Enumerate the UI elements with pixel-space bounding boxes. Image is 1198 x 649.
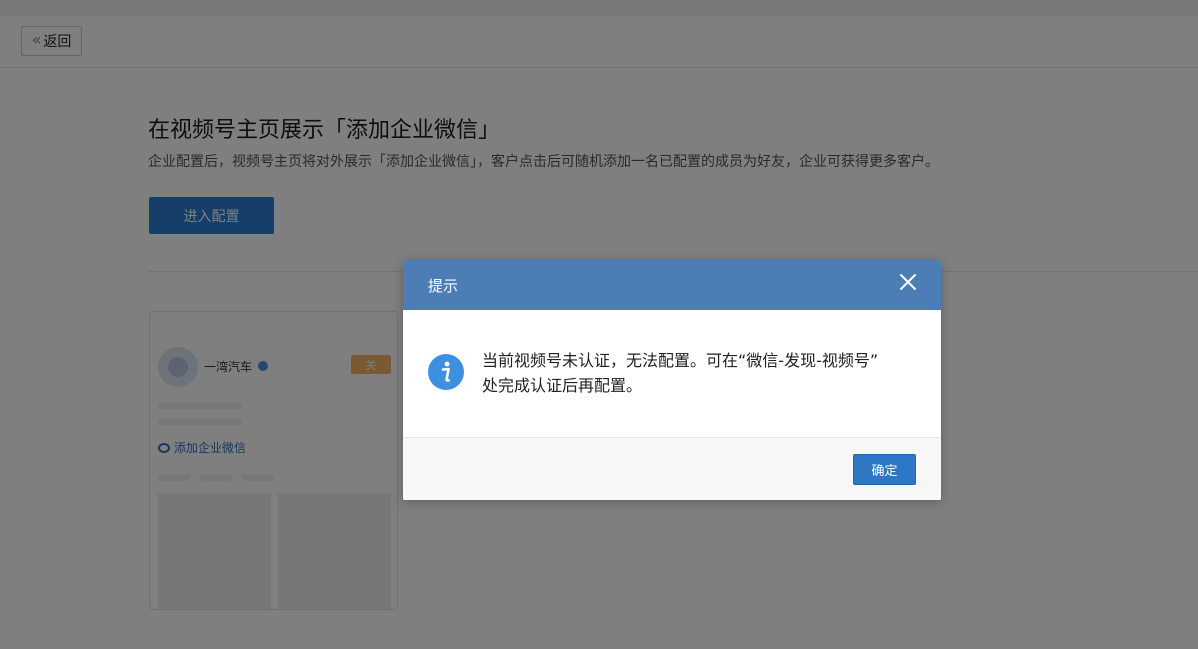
- dialog-message: 当前视频号未认证，无法配置。可在“微信-发现-视频号” 处完成认证后再配置。: [482, 348, 922, 398]
- dialog-message-line2: 处完成认证后再配置。: [482, 376, 643, 395]
- dialog-body: 当前视频号未认证，无法配置。可在“微信-发现-视频号” 处完成认证后再配置。: [403, 310, 941, 437]
- dialog-title: 提示: [428, 277, 459, 295]
- confirm-button[interactable]: 确定: [853, 454, 916, 485]
- dialog-footer: 确定: [403, 437, 941, 500]
- dialog-message-line1: 当前视频号未认证，无法配置。可在“微信-发现-视频号”: [482, 351, 879, 370]
- dialog-header: 提示: [403, 260, 941, 310]
- close-icon[interactable]: [899, 273, 917, 291]
- notice-dialog: 提示 当前视频号未认证，无法配置。可在“微信-发现-视频号” 处完成认证后再配置…: [403, 260, 941, 500]
- info-icon: [428, 354, 464, 390]
